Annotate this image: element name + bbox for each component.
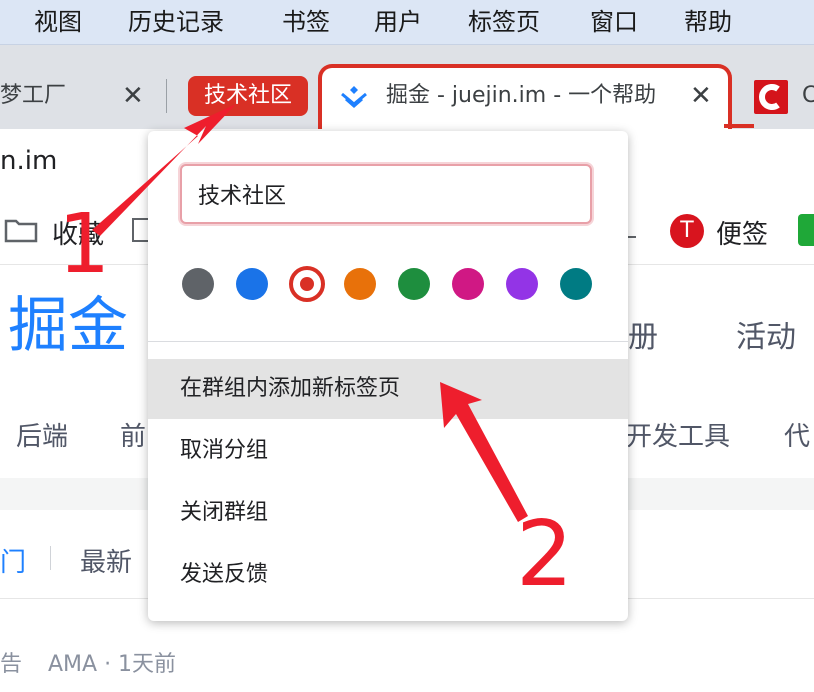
annotation-label-1: 1	[58, 197, 111, 292]
annotation-arrow-1	[92, 104, 236, 236]
annotation-arrows	[92, 104, 528, 522]
annotation-label-2: 2	[516, 502, 574, 607]
annotation-arrow-2	[440, 382, 528, 522]
